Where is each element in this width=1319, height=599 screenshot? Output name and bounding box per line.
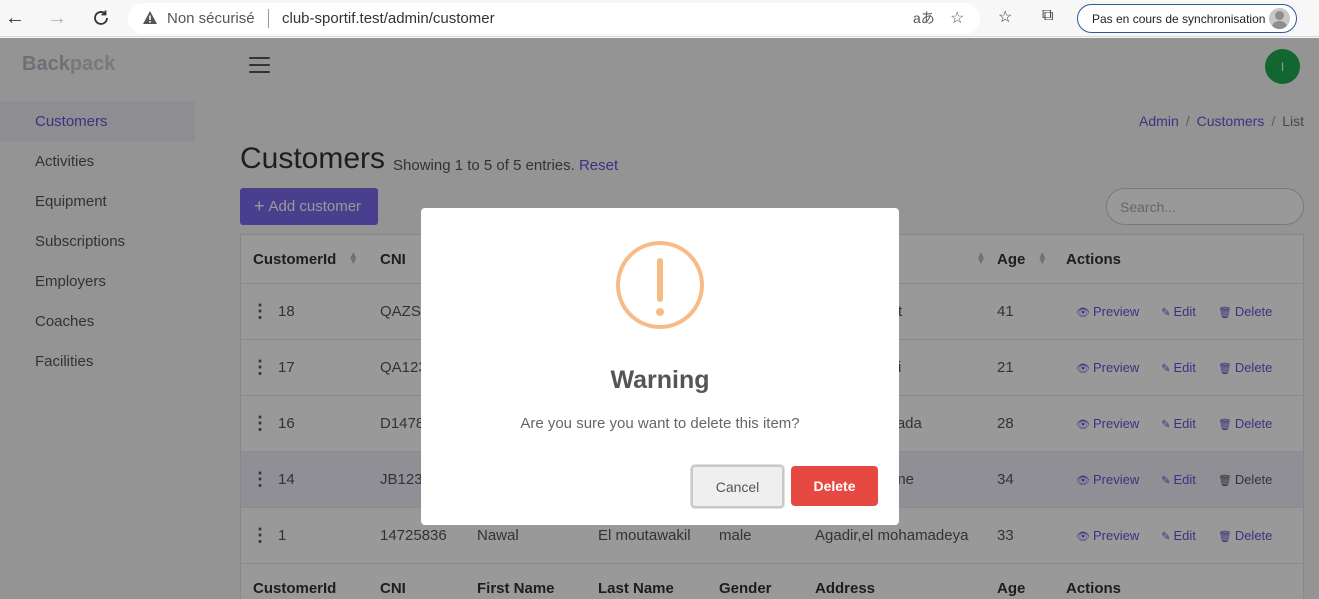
add-favorite-icon[interactable]: ☆: [950, 8, 964, 28]
not-secure-label: Non sécurisé: [167, 10, 255, 27]
delete-confirm-dialog: Warning Are you sure you want to delete …: [421, 208, 899, 525]
warning-icon: [616, 241, 704, 329]
sync-label: Pas en cours de synchronisation: [1092, 11, 1266, 26]
dialog-message: Are you sure you want to delete this ite…: [520, 415, 800, 432]
url-separator: [268, 9, 269, 28]
profile-avatar-icon: [1269, 8, 1290, 29]
cancel-button[interactable]: Cancel: [691, 465, 784, 508]
forward-arrow-icon[interactable]: →: [42, 3, 72, 33]
address-bar[interactable]: Non sécurisé club-sportif.test/admin/cus…: [128, 3, 980, 34]
not-secure-warning-icon: [142, 10, 158, 31]
collections-icon[interactable]: ⧉: [1042, 7, 1053, 25]
read-aloud-icon[interactable]: aあ: [913, 8, 935, 28]
reload-icon[interactable]: [86, 3, 116, 33]
back-arrow-icon[interactable]: ←: [0, 3, 30, 33]
url-text[interactable]: club-sportif.test/admin/customer: [282, 10, 495, 27]
dialog-title: Warning: [610, 366, 710, 394]
sync-status-button[interactable]: Pas en cours de synchronisation: [1077, 4, 1297, 33]
favorites-icon[interactable]: ☆: [998, 7, 1012, 27]
browser-toolbar: ← → Non sécurisé club-sportif.test/admin…: [0, 0, 1319, 37]
confirm-delete-button[interactable]: Delete: [791, 466, 878, 506]
